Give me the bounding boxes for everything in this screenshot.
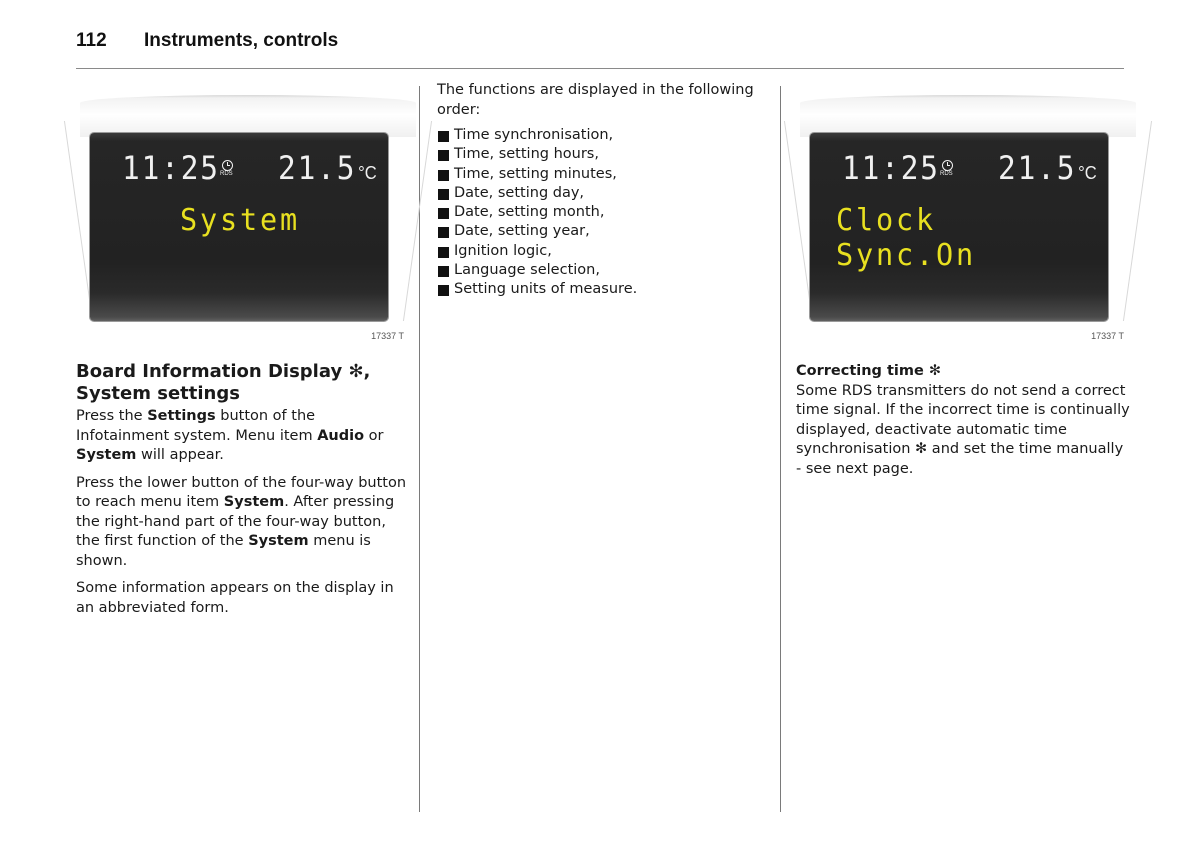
text: Press the [76, 408, 148, 424]
functions-intro: The functions are displayed in the follo… [437, 82, 754, 118]
display-bezel [80, 95, 416, 137]
clock-icon [222, 160, 233, 171]
page-header: 112 Instruments, controls [76, 28, 1124, 58]
display-bezel-edge [1108, 121, 1153, 321]
rds-label: RDS [220, 171, 233, 177]
bullet-square-icon [438, 150, 449, 162]
bullet-square-icon [438, 227, 449, 239]
clock-icon [942, 160, 953, 171]
column-2: The functions are displayed in the follo… [437, 81, 773, 300]
heading-line-1: Board Information Display ✻, [76, 361, 371, 382]
text: or [364, 427, 384, 444]
term-system: System [76, 447, 137, 463]
list-item-text: Time synchronisation, [454, 127, 614, 143]
list-item: Date, setting month, [437, 203, 773, 222]
display-screen: 11:25 RDS 21.5 °C System [90, 133, 388, 321]
list-item: Time, setting minutes, [437, 165, 773, 184]
paragraph-four-way: Press the lower button of the four-way b… [76, 474, 412, 572]
list-item: Time, setting hours, [437, 145, 773, 164]
bullet-square-icon [438, 208, 449, 220]
figure-code: 17337 T [1091, 331, 1124, 341]
display-temperature: 21.5 °C [998, 149, 1097, 187]
display-screen: 11:25 RDS 21.5 °C Clock Sync.On [810, 133, 1108, 321]
display-menu-text: System [180, 203, 301, 238]
term-settings: Settings [147, 408, 216, 424]
list-item: Language selection, [437, 261, 773, 280]
list-item: Date, setting year, [437, 222, 773, 241]
section-heading: Board Information Display ✻, System sett… [76, 361, 412, 405]
display-figure-system: 11:25 RDS 21.5 °C System 17337 T [63, 85, 433, 347]
display-bezel-edge [388, 121, 433, 321]
bullet-square-icon [438, 169, 449, 181]
list-item: Setting units of measure. [437, 280, 773, 299]
heading-line-2: System settings [76, 383, 240, 404]
list-item-text: Date, setting year, [454, 223, 590, 240]
list-item-text: Language selection, [454, 262, 600, 279]
bullet-square-icon [438, 246, 449, 258]
list-item-text: Ignition logic, [454, 242, 552, 259]
temperature-unit: °C [358, 163, 377, 183]
column-divider [780, 86, 781, 812]
column-3: Correcting time ✻ Some RDS transmitters … [796, 362, 1132, 487]
temperature-value: 21.5 [998, 149, 1077, 187]
display-temperature: 21.5 °C [278, 149, 377, 187]
bullet-square-icon [438, 266, 449, 278]
list-item-text: Time, setting hours, [454, 146, 599, 163]
display-figure-clock-sync: 11:25 RDS 21.5 °C Clock Sync.On 17337 T [783, 85, 1153, 347]
rds-clock-icon: RDS [220, 160, 236, 182]
list-item: Time synchronisation, [437, 126, 773, 145]
display-time: 11:25 [122, 149, 220, 187]
column-1: Board Information Display ✻, System sett… [76, 361, 412, 626]
correcting-time-body: Some RDS transmitters do not send a corr… [796, 382, 1130, 477]
term-audio: Audio [317, 427, 365, 444]
bullet-square-icon [438, 188, 449, 200]
list-item-text: Date, setting day, [454, 184, 585, 201]
rds-label: RDS [940, 171, 953, 177]
list-item: Ignition logic, [437, 242, 773, 261]
figure-code: 17337 T [371, 331, 404, 341]
section-title: Instruments, controls [144, 30, 339, 51]
list-item: Date, setting day, [437, 184, 773, 203]
list-item-text: Setting units of measure. [454, 281, 638, 298]
temperature-unit: °C [1078, 163, 1097, 183]
list-item-text: Time, setting minutes, [454, 165, 617, 182]
page-number: 112 [76, 30, 107, 51]
list-item-text: Date, setting month, [454, 204, 605, 221]
bullet-square-icon [438, 131, 449, 142]
display-menu-text: Clock Sync.On [836, 203, 977, 273]
text: will appear. [136, 447, 224, 463]
header-rule [76, 68, 1124, 69]
paragraph-settings: Press the Settings button of the Infotai… [76, 407, 412, 466]
correcting-time-heading: Correcting time ✻ [796, 363, 942, 379]
functions-list: Time synchronisation, Time, setting hour… [437, 126, 773, 300]
temperature-value: 21.5 [278, 149, 357, 187]
display-bezel [800, 95, 1136, 137]
bullet-square-icon [438, 285, 449, 297]
term-system: System [248, 533, 309, 549]
paragraph-abbreviated: Some information appears on the display … [76, 580, 394, 616]
rds-clock-icon: RDS [940, 160, 956, 182]
display-time: 11:25 [842, 149, 940, 187]
term-system: System [223, 494, 285, 510]
